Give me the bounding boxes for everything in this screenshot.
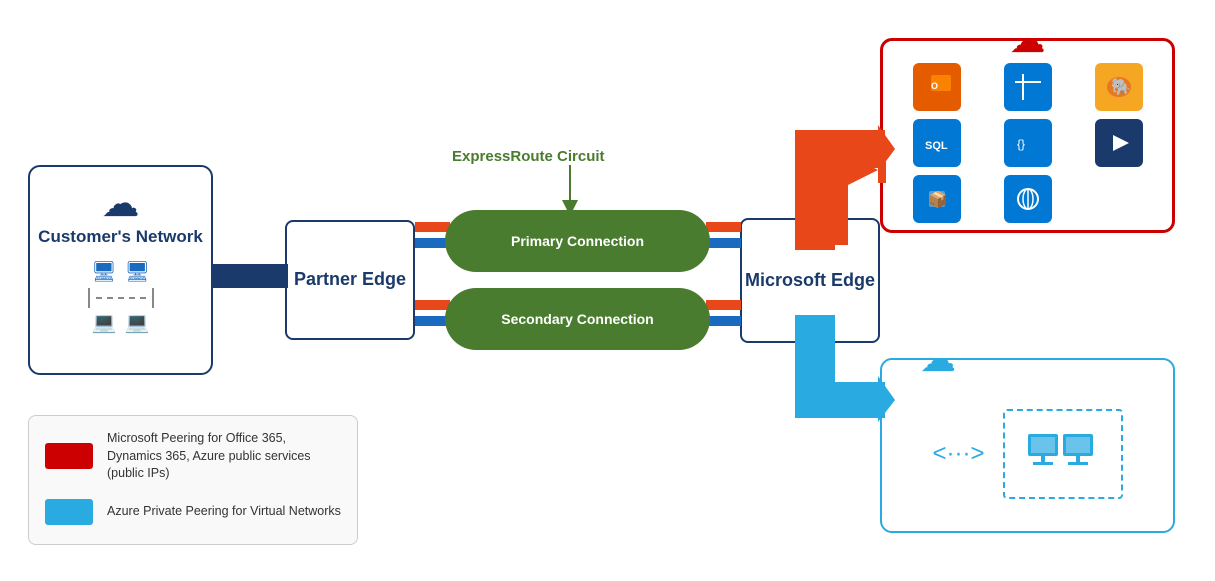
computer-icon-4: 💻: [125, 310, 150, 335]
customer-cloud-icon: ☁: [102, 185, 140, 223]
secondary-connection-pill: Secondary Connection: [445, 288, 710, 350]
red-cloud-icon: ☁: [1010, 19, 1046, 61]
globe-icon: [1004, 175, 1052, 223]
line-secondary-right-bot: [706, 316, 741, 326]
line-secondary-left-top: [415, 300, 450, 310]
hadoop-icon: 🐘: [1095, 63, 1143, 111]
legend-red-text: Microsoft Peering for Office 365, Dynami…: [107, 430, 341, 483]
vnet-arrows-icon: <···>: [932, 440, 984, 468]
primary-connection-pill: Primary Connection: [445, 210, 710, 272]
svg-text:{}: {}: [1017, 137, 1025, 151]
customer-network-box: ☁ Customer's Network 🖥 🖥 💻 💻: [28, 165, 213, 375]
computer-icon-1: 🖥: [91, 259, 116, 284]
services-grid: O 🐘 SQL {} 📦: [895, 63, 1160, 223]
primary-connection-label: Primary Connection: [511, 233, 644, 249]
legend-blue-text: Azure Private Peering for Virtual Networ…: [107, 503, 341, 521]
partner-edge-label: Partner Edge: [294, 268, 406, 291]
microsoft-edge-box: Microsoft Edge: [740, 218, 880, 343]
line-primary-left-top: [415, 222, 450, 232]
customer-network-label: Customer's Network: [38, 227, 203, 247]
network-diagram: 🖥 🖥 💻 💻: [80, 259, 162, 335]
line-primary-right-top: [706, 222, 741, 232]
vnet-dashed-box: [1003, 409, 1123, 499]
expressroute-label: ExpressRoute Circuit: [452, 148, 605, 165]
line-secondary-right-top: [706, 300, 741, 310]
legend-item-blue: Azure Private Peering for Virtual Networ…: [45, 499, 341, 525]
blue-cloud-icon: ☁: [920, 338, 956, 380]
legend-blue-swatch: [45, 499, 93, 525]
computer-icon-2: 🖥: [125, 259, 150, 284]
svg-text:SQL: SQL: [925, 140, 948, 152]
svg-text:O: O: [931, 81, 938, 91]
stream-icon: [1095, 119, 1143, 167]
computer-row-bottom: 💻 💻: [92, 310, 150, 335]
microsoft-edge-label: Microsoft Edge: [745, 269, 875, 292]
office365-icon: O: [913, 63, 961, 111]
legend-red-swatch: [45, 443, 93, 469]
legend-item-red: Microsoft Peering for Office 365, Dynami…: [45, 430, 341, 483]
table-icon: [1004, 63, 1052, 111]
box-icon: 📦: [913, 175, 961, 223]
partner-edge-box: Partner Edge: [285, 220, 415, 340]
line-primary-right-bot: [706, 238, 741, 248]
computer-row-top: 🖥 🖥: [91, 259, 150, 284]
services-red-box: ☁ O 🐘 SQL {}: [880, 38, 1175, 233]
svg-text:🐘: 🐘: [1111, 78, 1131, 96]
legend-box: Microsoft Peering for Office 365, Dynami…: [28, 415, 358, 545]
services-blue-box: ☁ <···>: [880, 358, 1175, 533]
vm-icon: [1023, 424, 1103, 484]
diagram-container: ☁ Customer's Network 🖥 🖥 💻 💻 Partner Edg…: [0, 0, 1215, 581]
json-icon: {}: [1004, 119, 1052, 167]
computer-icon-3: 💻: [92, 310, 117, 335]
secondary-connection-label: Secondary Connection: [501, 311, 653, 327]
sql-icon: SQL: [913, 119, 961, 167]
svg-text:📦: 📦: [928, 190, 948, 209]
